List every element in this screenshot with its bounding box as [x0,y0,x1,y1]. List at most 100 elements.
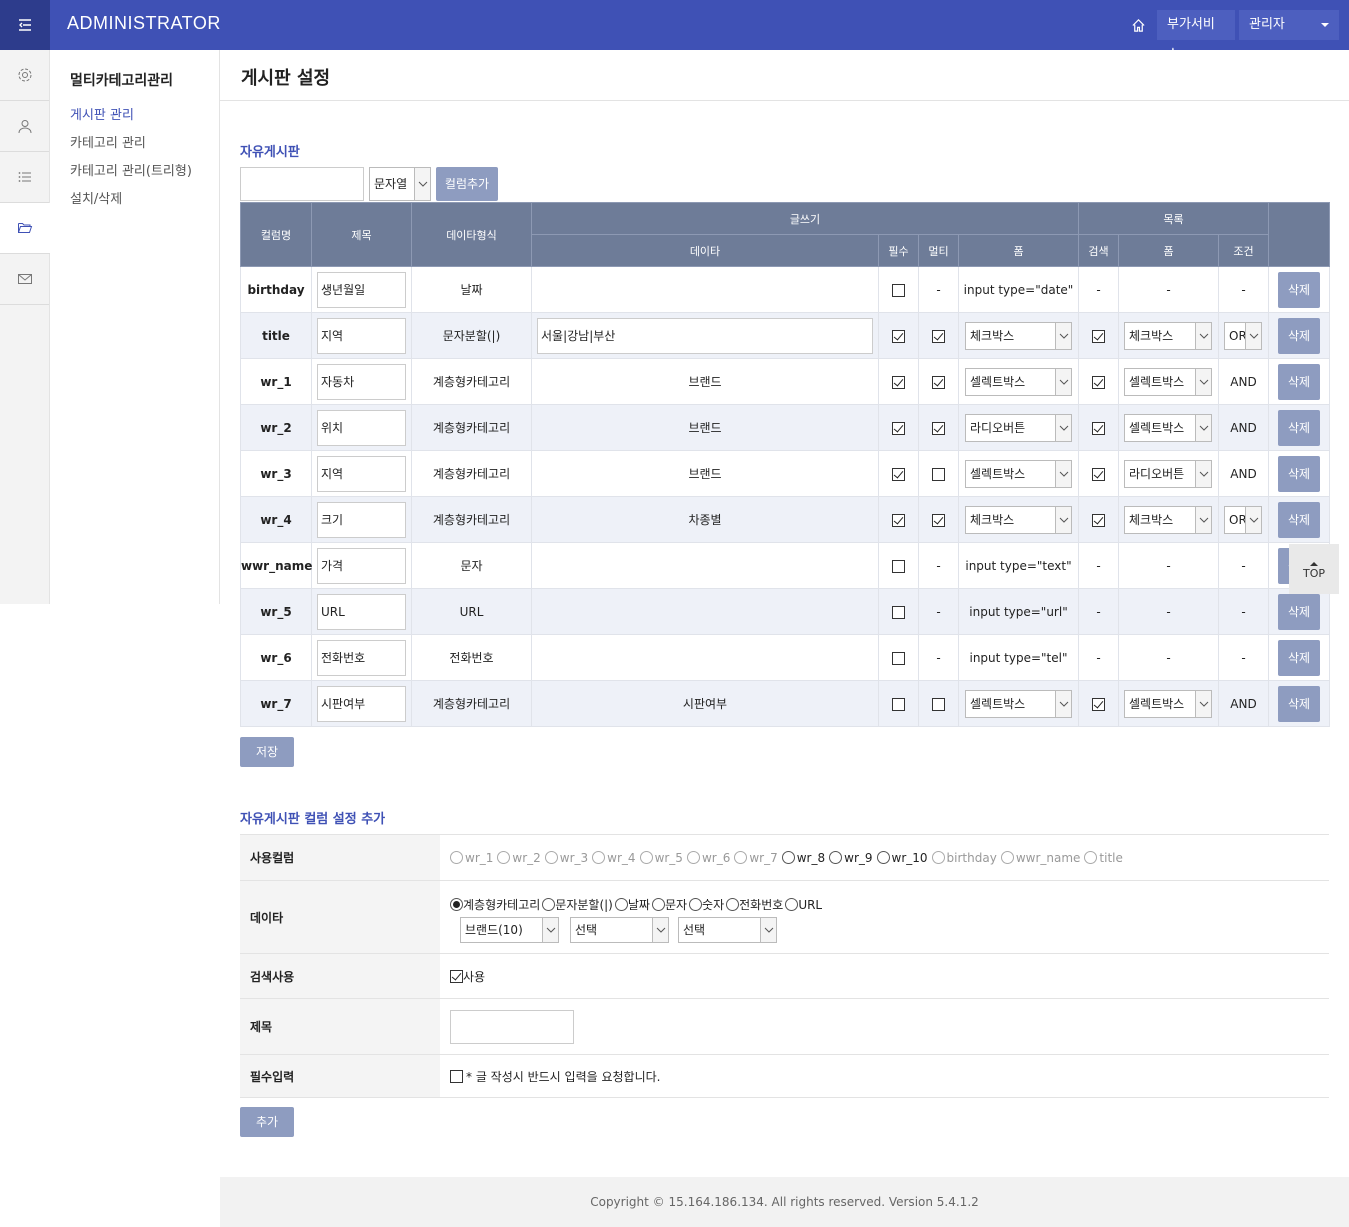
search-checkbox[interactable] [1092,467,1105,481]
data-select-1[interactable]: 브랜드(10) [460,917,559,943]
table-row: wr_7 시판여부 계층형카테고리 시판여부 셀렉트박스 셀렉트박스 AND 삭제 [240,680,1331,727]
form-select[interactable]: 체크박스 [965,506,1072,534]
search-checkbox[interactable] [1092,329,1105,343]
submenu-item-category[interactable]: 카테고리 관리 [70,132,146,151]
submenu-item-category-tree[interactable]: 카테고리 관리(트리형) [70,160,192,179]
list-form-select[interactable]: 라디오버튼 [1124,460,1212,488]
sidebar-mail[interactable] [0,254,49,305]
add-column-button[interactable]: 컬럼추가 [436,167,498,201]
multi-checkbox[interactable] [932,329,945,343]
data-type-radio[interactable] [450,898,463,911]
required-checkbox[interactable] [892,697,905,711]
data-input[interactable]: 서울|강남|부산 [537,318,873,354]
list-form-select[interactable]: 셀렉트박스 [1124,414,1212,442]
list-form-select[interactable]: 셀렉트박스 [1124,368,1212,396]
delete-button[interactable]: 삭제 [1278,501,1321,538]
delete-button[interactable]: 삭제 [1278,317,1321,354]
required-checkbox[interactable] [892,467,905,481]
title-input[interactable]: 전화번호 [317,640,406,676]
data-type-radio[interactable] [651,898,665,911]
form-select[interactable]: 셀렉트박스 [965,368,1072,396]
required-checkbox[interactable] [892,513,905,527]
data-type-radio[interactable] [542,898,556,911]
delete-button[interactable]: 삭제 [1278,363,1321,400]
required-checkbox[interactable] [450,1069,463,1083]
save-button[interactable]: 저장 [240,737,294,767]
search-checkbox[interactable] [1092,375,1105,389]
data-type-radio[interactable] [614,898,628,911]
home-button[interactable] [1124,10,1152,40]
title-input[interactable]: 지역 [317,456,406,492]
title-input[interactable]: 시판여부 [317,686,406,722]
title-input[interactable]: 지역 [317,318,406,354]
title-input[interactable]: 가격 [317,548,406,584]
submenu-item-install[interactable]: 설치/삭제 [70,188,122,207]
form-select[interactable]: 셀렉트박스 [965,460,1072,488]
use-column-radio[interactable] [876,851,890,865]
scroll-top-button[interactable]: TOP [1289,544,1339,594]
extra-service-button[interactable]: 부가서비스 [1157,10,1235,62]
required-checkbox[interactable] [892,651,905,665]
multi-checkbox[interactable] [932,421,945,435]
new-column-input[interactable] [240,167,364,201]
multi-checkbox[interactable] [932,697,945,711]
list-form-select[interactable]: 체크박스 [1124,322,1212,350]
data-type-radios: 계층형카테고리 문자분할(|) 날짜 문자 숫자 전화번호 URL [450,896,824,913]
new-column-type-select[interactable]: 문자열 [369,167,431,201]
brand-title[interactable]: ADMINISTRATOR [67,13,221,34]
search-checkbox[interactable] [1092,697,1105,711]
cond-value: AND [1217,404,1270,451]
data-type-radio[interactable] [785,898,799,911]
sidebar-board[interactable] [0,152,49,203]
form-select[interactable]: 라디오버튼 [965,414,1072,442]
use-column-label: 사용컬럼 [240,834,440,881]
folder-open-icon [18,223,33,233]
required-checkbox[interactable] [892,375,905,389]
required-checkbox[interactable] [892,421,905,435]
delete-button[interactable]: 삭제 [1278,409,1321,446]
required-checkbox[interactable] [892,283,905,297]
required-checkbox[interactable] [892,605,905,619]
use-column-radio[interactable] [781,851,795,865]
data-select-2[interactable]: 선택 [570,917,669,943]
data-type-radio[interactable] [689,898,703,911]
use-column-radio[interactable] [829,851,843,865]
title-input[interactable]: 크기 [317,502,406,538]
search-checkbox[interactable] [1092,421,1105,435]
title-input[interactable]: 위치 [317,410,406,446]
search-checkbox[interactable] [1092,513,1105,527]
admin-button[interactable]: 관리자 [1239,10,1311,40]
title-input[interactable]: 자동차 [317,364,406,400]
column-name: birthday [240,266,312,313]
required-checkbox[interactable] [892,559,905,573]
search-use-checkbox[interactable] [450,969,463,983]
delete-button[interactable]: 삭제 [1278,271,1321,308]
delete-button[interactable]: 삭제 [1278,455,1321,492]
title-input[interactable] [450,1009,574,1044]
sidebar-members[interactable] [0,101,49,152]
data-type-radio[interactable] [726,898,740,911]
multi-checkbox[interactable] [932,375,945,389]
multi-checkbox[interactable] [932,513,945,527]
form-select[interactable]: 셀렉트박스 [965,690,1072,718]
delete-button[interactable]: 삭제 [1278,593,1321,630]
list-form-select[interactable]: 셀렉트박스 [1124,690,1212,718]
submenu-item-board[interactable]: 게시판 관리 [70,104,134,123]
title-input[interactable]: 생년월일 [317,272,406,308]
cond-select[interactable]: OR [1224,506,1262,534]
data-select-3[interactable]: 선택 [678,917,777,943]
sidebar-category[interactable] [0,203,50,254]
delete-button[interactable]: 삭제 [1278,685,1321,722]
sidebar-settings[interactable] [0,50,49,101]
delete-button[interactable]: 삭제 [1278,639,1321,676]
multi-checkbox[interactable] [932,467,945,481]
admin-dropdown-button[interactable] [1311,10,1339,40]
form-select-value: 체크박스 [970,513,1015,527]
cond-select[interactable]: OR [1224,322,1262,350]
list-form-select[interactable]: 체크박스 [1124,506,1212,534]
form-select[interactable]: 체크박스 [965,322,1072,350]
title-input[interactable]: URL [317,594,406,630]
menu-toggle-button[interactable] [0,0,50,50]
add-button[interactable]: 추가 [240,1107,294,1137]
required-checkbox[interactable] [892,329,905,343]
